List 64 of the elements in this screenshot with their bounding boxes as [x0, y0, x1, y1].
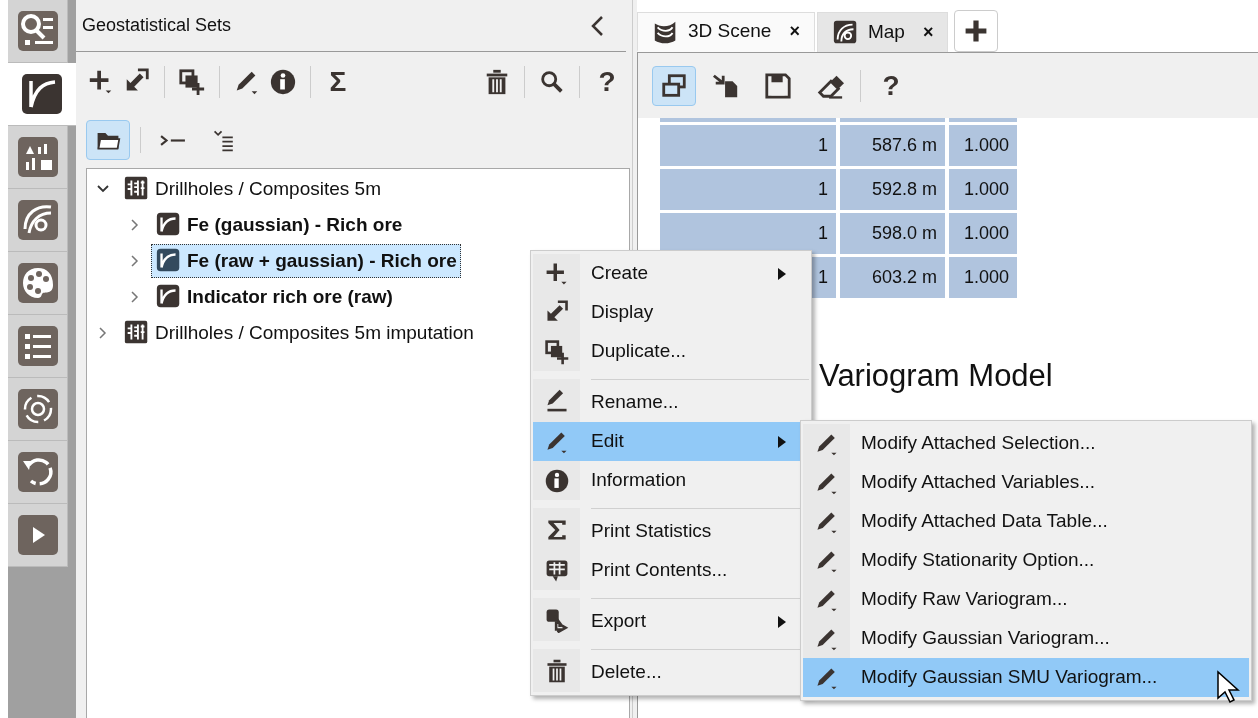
folder-button[interactable] [86, 120, 130, 160]
section-heading: Variogram Model [819, 357, 1054, 395]
tab[interactable]: 3D Scene × [637, 12, 815, 52]
panel-title: Geostatistical Sets [82, 14, 232, 37]
submenu-arrow-icon [777, 435, 787, 448]
submenu-arrow-icon [777, 615, 787, 628]
sidebar-button[interactable] [8, 315, 68, 378]
submenu-arrow-icon [777, 267, 787, 280]
table-cell: 1 [660, 213, 836, 254]
tab-label: 3D Scene [688, 19, 772, 44]
sidebar-button[interactable] [8, 441, 68, 504]
list-icon [16, 325, 59, 367]
sidebar-button[interactable] [8, 0, 68, 63]
table-cell: 1.000 [949, 213, 1017, 254]
menu-item[interactable]: Duplicate... [533, 332, 809, 371]
table-cell: 598.0 m [840, 213, 945, 254]
tab-label: Map [867, 20, 905, 45]
add-tab-button[interactable] [954, 10, 999, 52]
table-cell: 603.2 m [840, 257, 945, 298]
tree-item[interactable]: Indicator rich ore (raw) [151, 280, 397, 314]
table-cell: 1.000 [949, 257, 1017, 298]
curve-icon [21, 73, 63, 115]
toolbar-button[interactable]: Σ [323, 67, 353, 97]
mouse-cursor-icon [1216, 670, 1240, 704]
sidebar-button[interactable] [8, 189, 68, 252]
table-cell: 587.6 m [840, 125, 945, 166]
table-cell: 1 [660, 169, 836, 210]
sidebar-button[interactable] [8, 63, 76, 126]
sidebar-button[interactable] [8, 252, 68, 315]
undo-icon [16, 451, 59, 493]
menu-item[interactable]: Modify Gaussian SMU Variogram... [803, 658, 1249, 697]
sidebar-button[interactable] [8, 126, 68, 189]
tree-item[interactable]: Drillholes / Composites 5m imputation [119, 316, 478, 350]
tab[interactable]: Map × [816, 12, 949, 52]
tree-item[interactable]: Fe (raw + gaussian) - Rich ore [151, 244, 461, 278]
contour-map-icon [16, 199, 59, 241]
duplicate-icon[interactable] [177, 67, 207, 97]
sidebar-button[interactable] [8, 504, 68, 567]
info-icon[interactable] [268, 67, 298, 97]
collapse-panel-icon [590, 14, 604, 37]
help-button[interactable]: ? [869, 65, 913, 106]
menu-item[interactable]: Rename... [533, 379, 809, 422]
info-icon [543, 467, 570, 494]
toolbar-button[interactable]: ? [592, 67, 622, 97]
table-cell: 592.8 m [840, 169, 945, 210]
tree-item[interactable]: Fe (gaussian) - Rich ore [151, 208, 407, 242]
close-tab-button[interactable]: × [912, 19, 934, 46]
windows-button[interactable] [652, 65, 696, 106]
sidebar-button[interactable] [8, 378, 68, 441]
windows-icon [660, 71, 688, 100]
menu-item[interactable]: Modify Attached Variables... [803, 463, 1249, 502]
target-icon [16, 388, 59, 430]
chart-icon [16, 136, 59, 178]
table-cell: 1.000 [949, 169, 1017, 210]
table-cell: 1 [660, 125, 836, 166]
search-list-icon [16, 10, 59, 52]
close-tab-button[interactable]: × [779, 18, 800, 45]
play-icon [16, 514, 59, 556]
tree-item[interactable]: Drillholes / Composites 5m [119, 172, 385, 206]
save-icon [764, 71, 792, 100]
duplicate-icon [543, 338, 570, 365]
palette-icon [16, 262, 59, 304]
table-cell: 1.000 [949, 125, 1017, 166]
collapse-icon [160, 134, 186, 146]
